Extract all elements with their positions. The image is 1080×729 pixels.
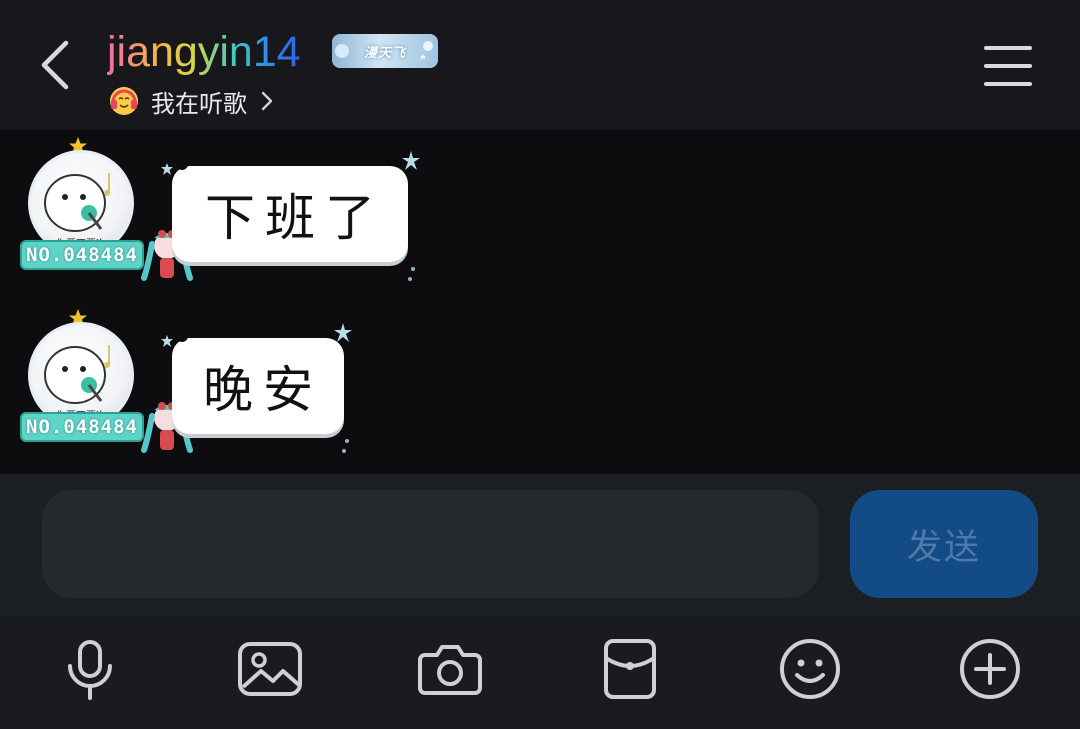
snowflake-icon <box>402 151 420 170</box>
vip-badge-text: 漫天飞 <box>363 45 406 61</box>
chat-screen: jiangyin14 漫天飞 我在听歌 NO.048484 下班了 NO.048… <box>0 0 1080 729</box>
contact-name[interactable]: jiangyin14 <box>107 26 301 78</box>
level-badge-text: NO.048484 <box>26 244 138 266</box>
vip-badge[interactable]: 漫天飞 <box>332 34 438 68</box>
red-packet-button[interactable] <box>590 629 670 709</box>
message-item: 你要不要次 NO.048484 <box>0 136 600 296</box>
snowflake-icon <box>408 267 415 281</box>
bubble-decoration <box>176 330 188 342</box>
level-badge-text: NO.048484 <box>26 416 138 438</box>
photo-button[interactable] <box>230 629 310 709</box>
back-button[interactable] <box>30 32 80 98</box>
snowflake-icon <box>334 323 352 342</box>
message-bubble[interactable]: 晚安 <box>161 323 352 453</box>
camera-icon <box>418 645 482 695</box>
message-input[interactable] <box>42 490 819 598</box>
back-chevron-icon <box>41 40 69 90</box>
message-text: 晚安 <box>203 361 323 419</box>
listening-status[interactable]: 我在听歌 <box>110 84 273 118</box>
plus-icon <box>960 639 1020 699</box>
input-toolbar <box>0 615 1080 729</box>
message-item: 你要不要次 NO.048484 <box>0 308 600 468</box>
chat-header: jiangyin14 漫天飞 我在听歌 <box>0 0 1080 130</box>
send-button[interactable]: 发送 <box>850 490 1038 598</box>
composer-bar: 发送 <box>0 474 1080 615</box>
menu-button[interactable] <box>978 40 1038 92</box>
snowflake-icon <box>161 163 173 175</box>
snowflake-icon <box>161 335 173 347</box>
status-text: 我在听歌 <box>151 89 247 118</box>
microphone-icon <box>68 640 112 700</box>
headphones-emoji-icon <box>110 87 138 115</box>
level-badge: NO.048484 <box>20 240 144 270</box>
chevron-right-icon <box>261 91 273 111</box>
voice-button[interactable] <box>50 629 130 709</box>
image-icon <box>238 642 302 696</box>
more-button[interactable] <box>950 629 1030 709</box>
camera-button[interactable] <box>410 629 490 709</box>
emoji-icon <box>780 639 840 699</box>
emoji-button[interactable] <box>770 629 850 709</box>
red-packet-icon <box>604 639 656 699</box>
message-list[interactable]: 你要不要次 NO.048484 <box>0 130 1080 474</box>
snowflake-icon <box>342 439 349 453</box>
bubble-decoration <box>176 158 188 170</box>
message-text: 下班了 <box>205 189 385 247</box>
hamburger-menu-icon <box>984 46 1032 86</box>
level-badge: NO.048484 <box>20 412 144 442</box>
message-bubble[interactable]: 下班了 <box>161 151 420 281</box>
